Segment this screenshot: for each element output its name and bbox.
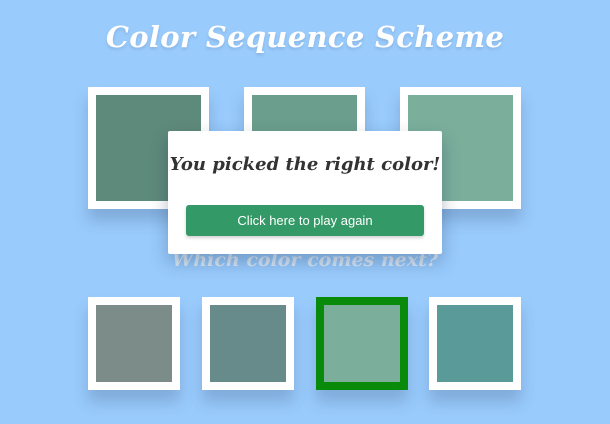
result-modal: You picked the right color! Click here t…: [168, 131, 442, 254]
option-tile-4[interactable]: [429, 297, 521, 390]
option-tile-1[interactable]: [88, 297, 180, 390]
option-swatch: [437, 305, 513, 382]
page-title: Color Sequence Scheme: [105, 20, 505, 54]
option-tile-2[interactable]: [202, 297, 294, 390]
option-swatch: [210, 305, 286, 382]
option-tile-3[interactable]: [316, 297, 408, 390]
option-swatch: [324, 305, 400, 382]
play-again-button[interactable]: Click here to play again: [186, 205, 424, 236]
result-message: You picked the right color!: [169, 154, 441, 175]
option-swatch: [96, 305, 172, 382]
